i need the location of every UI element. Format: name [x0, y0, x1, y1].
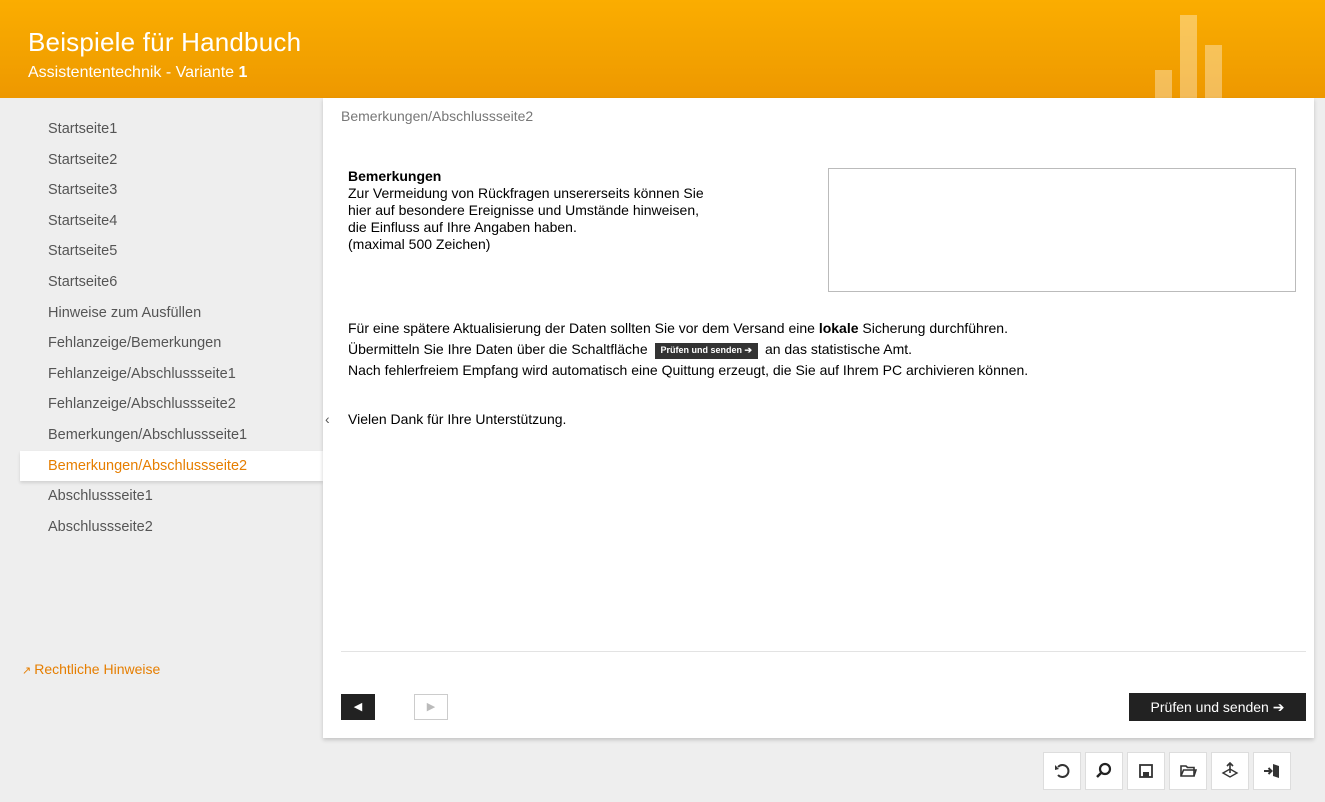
sidebar-item[interactable]: Startseite4 [20, 206, 323, 237]
remarks-heading: Bemerkungen [348, 168, 442, 184]
previous-page-button[interactable]: ◀ [341, 694, 375, 720]
save-icon [1139, 764, 1153, 778]
undo-button[interactable] [1043, 752, 1081, 790]
info-text-segment: Für eine spätere Aktualisierung der Date… [348, 320, 819, 336]
exit-icon [1264, 764, 1279, 778]
external-link-icon: ↗ [22, 665, 32, 677]
sidebar-item[interactable]: Fehlanzeige/Bemerkungen [20, 328, 323, 359]
remarks-text-line: hier auf besondere Ereignisse und Umstän… [348, 202, 699, 218]
search-icon [1096, 762, 1112, 778]
remarks-text-line: die Einfluss auf Ihre Angaben haben. [348, 219, 577, 235]
subtitle-text: Assistententechnik - Variante [28, 64, 239, 81]
transfer-icon [1221, 762, 1239, 778]
search-button[interactable] [1085, 752, 1123, 790]
sidebar-item[interactable]: Startseite6 [20, 267, 323, 298]
sidebar-item[interactable]: Abschlussseite2 [20, 512, 323, 543]
remarks-text-line: Zur Vermeidung von Rückfragen unserersei… [348, 185, 704, 201]
info-line-backup: Für eine spätere Aktualisierung der Date… [348, 318, 1028, 339]
info-line-receipt: Nach fehlerfreiem Empfang wird automatis… [348, 362, 1029, 378]
sidebar-item[interactable]: Fehlanzeige/Abschlussseite2 [20, 389, 323, 420]
sidebar-item[interactable]: Startseite3 [20, 175, 323, 206]
info-text: Für eine spätere Aktualisierung der Date… [348, 318, 1028, 381]
transfer-button[interactable] [1211, 752, 1249, 790]
app-title: Beispiele für Handbuch [28, 27, 302, 57]
sidebar-item[interactable]: Startseite1 [20, 114, 323, 145]
remarks-limit-note: (maximal 500 Zeichen) [348, 236, 491, 252]
sidebar-item[interactable]: Hinweise zum Ausfüllen [20, 298, 323, 329]
open-folder-icon [1180, 765, 1197, 777]
legal-link[interactable]: ↗ Rechtliche Hinweise [22, 661, 160, 677]
info-text-segment: an das statistische Amt. [764, 341, 913, 357]
save-button[interactable] [1127, 752, 1165, 790]
sidebar-item[interactable]: Bemerkungen/Abschlussseite2 [20, 450, 323, 482]
inline-send-button-illustration: Prüfen und senden ➔ [654, 343, 759, 359]
sidebar: Startseite1 Startseite2 Startseite3 Startse… [0, 98, 323, 738]
collapse-sidebar-icon[interactable]: ‹ [325, 411, 330, 427]
info-line-submit: Übermitteln Sie Ihre Daten über die Scha… [348, 339, 1028, 360]
bottom-toolbar [1043, 752, 1295, 790]
open-button[interactable] [1169, 752, 1207, 790]
sidebar-item[interactable]: Abschlussseite1 [20, 481, 323, 512]
main-panel: Bemerkungen/Abschlussseite2 ‹ Bemerkunge… [323, 98, 1314, 738]
info-text-segment: Übermitteln Sie Ihre Daten über die Scha… [348, 341, 648, 357]
bar-logo-icon [1155, 15, 1235, 98]
next-page-button[interactable]: ▶ [414, 694, 448, 720]
remarks-description: Bemerkungen Zur Vermeidung von Rückfrage… [348, 168, 798, 253]
app-subtitle: Assistententechnik - Variante 1 [28, 64, 247, 82]
thanks-message: Vielen Dank für Ihre Unterstützung. [348, 411, 567, 427]
remarks-textarea[interactable] [828, 168, 1296, 292]
legal-link-label: Rechtliche Hinweise [34, 661, 161, 677]
footer-divider [341, 651, 1306, 652]
app-header: Beispiele für Handbuch Assistententechni… [0, 0, 1325, 98]
breadcrumb: Bemerkungen/Abschlussseite2 [341, 108, 534, 124]
sidebar-nav: Startseite1 Startseite2 Startseite3 Startse… [20, 114, 323, 542]
sidebar-item[interactable]: Bemerkungen/Abschlussseite1 [20, 420, 323, 451]
undo-icon [1055, 764, 1070, 778]
sidebar-item[interactable]: Startseite5 [20, 236, 323, 267]
check-and-send-button[interactable]: Prüfen und senden ➔ [1129, 693, 1306, 721]
exit-button[interactable] [1253, 752, 1291, 790]
sidebar-item[interactable]: Startseite2 [20, 145, 323, 176]
info-bold-word: lokale [818, 320, 859, 336]
sidebar-item[interactable]: Fehlanzeige/Abschlussseite1 [20, 359, 323, 390]
subtitle-variant: 1 [238, 64, 248, 81]
info-text-segment: Sicherung durchführen. [858, 320, 1008, 336]
